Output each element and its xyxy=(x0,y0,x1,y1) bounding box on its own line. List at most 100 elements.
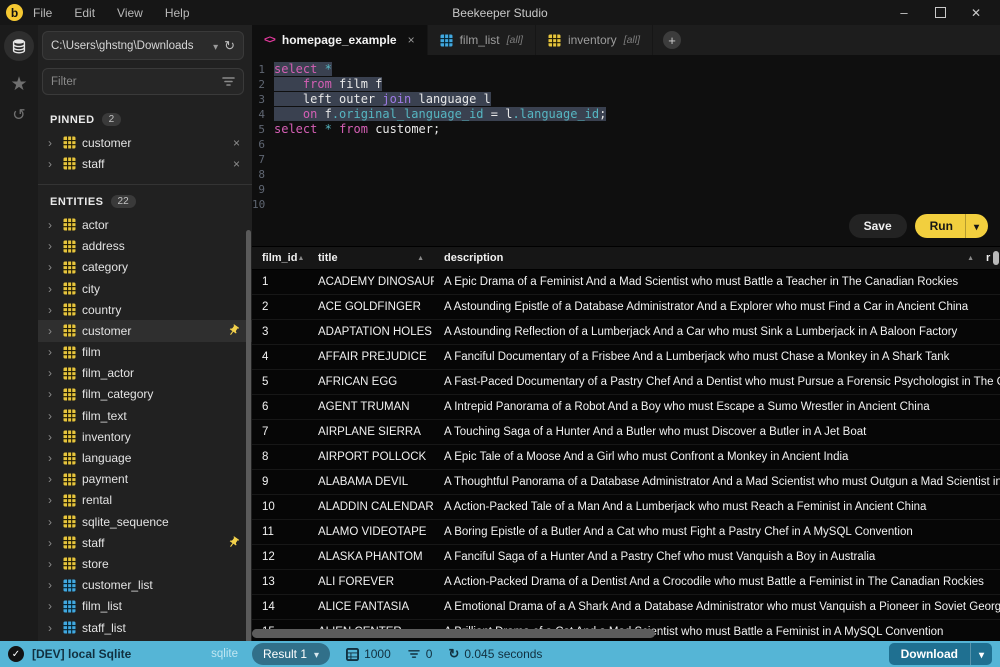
cell-description[interactable]: A Action-Packed Drama of a Dentist And a… xyxy=(434,576,1000,588)
chevron-right-icon[interactable] xyxy=(48,515,57,529)
chevron-right-icon[interactable] xyxy=(48,218,57,232)
chevron-right-icon[interactable] xyxy=(48,387,57,401)
table-row[interactable]: 9ALABAMA DEVILA Thoughtful Panorama of a… xyxy=(252,470,1000,495)
cell-title[interactable]: ALASKA PHANTOM xyxy=(308,551,434,563)
cell-film-id[interactable]: 4 xyxy=(252,351,308,363)
cell-film-id[interactable]: 8 xyxy=(252,451,308,463)
sql-editor[interactable]: 1select *2 from film f3 left outer join … xyxy=(252,55,1000,247)
run-button-label[interactable]: Run xyxy=(915,214,965,238)
chevron-right-icon[interactable] xyxy=(48,578,57,592)
sidebar-item-film_actor[interactable]: film_actor xyxy=(38,363,252,384)
sidebar-item-address[interactable]: address xyxy=(38,236,252,257)
cell-description[interactable]: A Action-Packed Tale of a Man And a Lumb… xyxy=(434,501,1000,513)
cell-description[interactable]: A Astounding Epistle of a Database Admin… xyxy=(434,301,1000,313)
menu-view[interactable]: View xyxy=(117,6,143,20)
cell-title[interactable]: AIRPORT POLLOCK xyxy=(308,451,434,463)
cell-title[interactable]: AFFAIR PREJUDICE xyxy=(308,351,434,363)
close-window-icon[interactable] xyxy=(962,3,990,23)
cell-title[interactable]: AFRICAN EGG xyxy=(308,376,434,388)
table-row[interactable]: 5AFRICAN EGGA Fast-Paced Documentary of … xyxy=(252,370,1000,395)
cell-title[interactable]: ALADDIN CALENDAR xyxy=(308,501,434,513)
cell-title[interactable]: AGENT TRUMAN xyxy=(308,401,434,413)
run-button[interactable]: Run xyxy=(915,214,988,238)
sidebar-item-inventory[interactable]: inventory xyxy=(38,426,252,447)
chevron-right-icon[interactable] xyxy=(48,239,57,253)
cell-description[interactable]: A Epic Tale of a Moose And a Girl who mu… xyxy=(434,451,1000,463)
chevron-right-icon[interactable] xyxy=(48,282,57,296)
chevron-right-icon[interactable] xyxy=(48,493,57,507)
menu-edit[interactable]: Edit xyxy=(74,6,95,20)
sort-ascending-icon[interactable] xyxy=(967,255,974,262)
maximize-icon[interactable] xyxy=(926,3,954,23)
chevron-right-icon[interactable] xyxy=(48,409,57,423)
refresh-icon[interactable] xyxy=(224,38,235,54)
cell-description[interactable]: A Intrepid Panorama of a Robot And a Boy… xyxy=(434,401,1000,413)
sidebar-item-country[interactable]: country xyxy=(38,299,252,320)
cell-description[interactable]: A Astounding Reflection of a Lumberjack … xyxy=(434,326,1000,338)
unpin-icon[interactable] xyxy=(233,157,240,171)
sidebar-item-sqlite_sequence[interactable]: sqlite_sequence xyxy=(38,511,252,532)
chevron-right-icon[interactable] xyxy=(48,345,57,359)
cell-film-id[interactable]: 6 xyxy=(252,401,308,413)
sidebar-item-store[interactable]: store xyxy=(38,553,252,574)
sidebar-item-staff[interactable]: staff xyxy=(38,532,252,553)
column-header-description[interactable]: description xyxy=(434,252,984,264)
table-row[interactable]: 11ALAMO VIDEOTAPEA Boring Epistle of a B… xyxy=(252,520,1000,545)
sidebar-item-actor[interactable]: actor xyxy=(38,214,252,235)
tab-homepage_example[interactable]: homepage_example xyxy=(252,25,428,55)
cell-description[interactable]: A Fast-Paced Documentary of a Pastry Che… xyxy=(434,376,1000,388)
sidebar-item-film_text[interactable]: film_text xyxy=(38,405,252,426)
column-header-film_id[interactable]: film_id xyxy=(252,252,308,264)
result-selector[interactable]: Result 1 xyxy=(252,643,330,665)
minimize-icon[interactable] xyxy=(890,3,918,23)
menu-help[interactable]: Help xyxy=(165,6,190,20)
table-row[interactable]: 14ALICE FANTASIAA Emotional Drama of a A… xyxy=(252,595,1000,620)
history-icon[interactable] xyxy=(12,108,25,124)
cell-film-id[interactable]: 12 xyxy=(252,551,308,563)
sidebar-item-film_category[interactable]: film_category xyxy=(38,384,252,405)
download-button[interactable]: Download xyxy=(889,643,992,665)
table-row[interactable]: 13ALI FOREVERA Action-Packed Drama of a … xyxy=(252,570,1000,595)
cell-film-id[interactable]: 14 xyxy=(252,601,308,613)
cell-film-id[interactable]: 11 xyxy=(252,526,308,538)
entities-section-header[interactable]: ENTITIES 22 xyxy=(38,185,252,214)
chevron-right-icon[interactable] xyxy=(48,157,57,171)
cell-description[interactable]: A Thoughtful Panorama of a Database Admi… xyxy=(434,476,1000,488)
sidebar-item-film[interactable]: film xyxy=(38,342,252,363)
cell-title[interactable]: ALABAMA DEVIL xyxy=(308,476,434,488)
cell-film-id[interactable]: 2 xyxy=(252,301,308,313)
chevron-right-icon[interactable] xyxy=(48,260,57,274)
chevron-right-icon[interactable] xyxy=(48,430,57,444)
chevron-right-icon[interactable] xyxy=(48,324,57,338)
cell-film-id[interactable]: 5 xyxy=(252,376,308,388)
chevron-right-icon[interactable] xyxy=(48,536,57,550)
cell-description[interactable]: A Emotional Drama of a A Shark And a Dat… xyxy=(434,601,1000,613)
table-row[interactable]: 4AFFAIR PREJUDICEA Fanciful Documentary … xyxy=(252,345,1000,370)
table-row[interactable]: 3ADAPTATION HOLESA Astounding Reflection… xyxy=(252,320,1000,345)
table-row[interactable]: 7AIRPLANE SIERRAA Touching Saga of a Hun… xyxy=(252,420,1000,445)
filter-icon[interactable] xyxy=(222,76,235,87)
table-row[interactable]: 1ACADEMY DINOSAURA Epic Drama of a Femin… xyxy=(252,270,1000,295)
table-row[interactable]: 10ALADDIN CALENDARA Action-Packed Tale o… xyxy=(252,495,1000,520)
connection-selector[interactable]: C:\Users\ghstng\Downloads xyxy=(42,31,244,60)
cell-description[interactable]: A Epic Drama of a Feminist And a Mad Sci… xyxy=(434,276,1000,288)
cell-film-id[interactable]: 7 xyxy=(252,426,308,438)
cell-title[interactable]: ACE GOLDFINGER xyxy=(308,301,434,313)
save-button[interactable]: Save xyxy=(849,214,907,238)
run-options-caret-icon[interactable] xyxy=(965,214,988,238)
tab-film_list[interactable]: film_list[all] xyxy=(428,25,536,55)
filter-input[interactable] xyxy=(51,76,222,88)
cell-title[interactable]: ACADEMY DINOSAUR xyxy=(308,276,434,288)
sidebar-item-city[interactable]: city xyxy=(38,278,252,299)
sidebar-item-language[interactable]: language xyxy=(38,447,252,468)
horizontal-scrollbar[interactable] xyxy=(252,629,655,638)
table-row[interactable]: 12ALASKA PHANTOMA Fanciful Saga of a Hun… xyxy=(252,545,1000,570)
tables-panel-icon[interactable] xyxy=(4,31,34,61)
table-row[interactable]: 2ACE GOLDFINGERA Astounding Epistle of a… xyxy=(252,295,1000,320)
cell-description[interactable]: A Fanciful Saga of a Hunter And a Pastry… xyxy=(434,551,1000,563)
sort-ascending-icon[interactable] xyxy=(297,255,304,262)
cell-description[interactable]: A Boring Epistle of a Butler And a Cat w… xyxy=(434,526,1000,538)
cell-description[interactable]: A Touching Saga of a Hunter And a Butler… xyxy=(434,426,1000,438)
cell-title[interactable]: ALI FOREVER xyxy=(308,576,434,588)
cell-film-id[interactable]: 13 xyxy=(252,576,308,588)
